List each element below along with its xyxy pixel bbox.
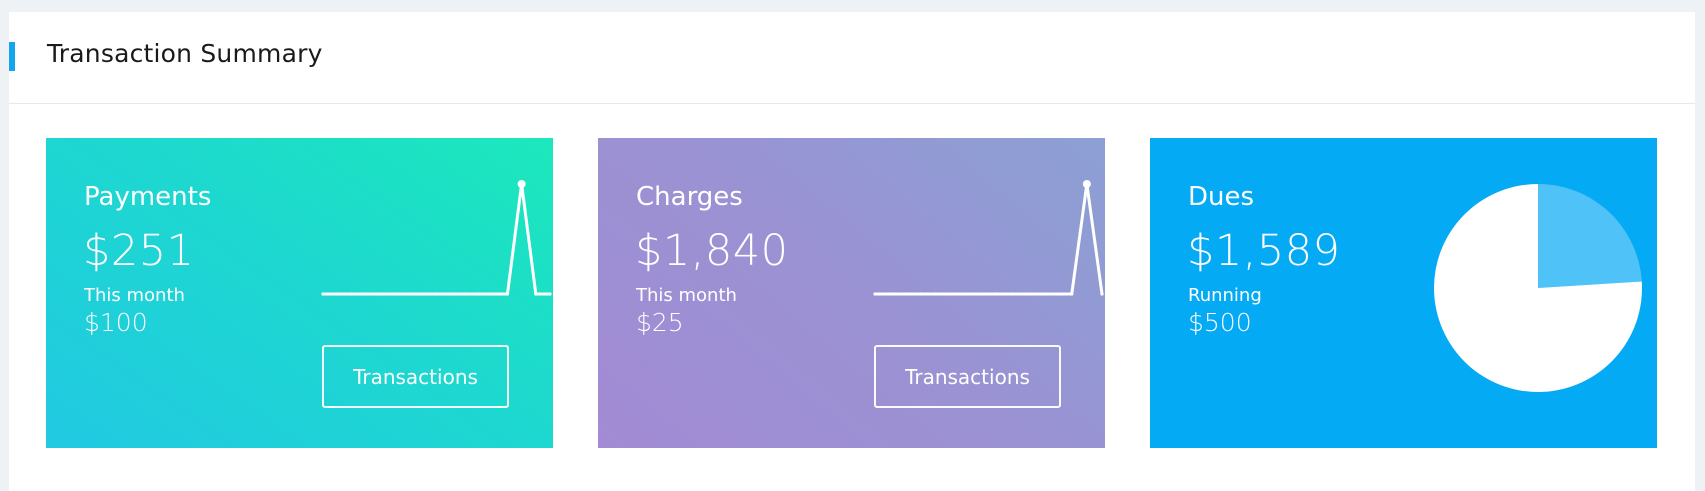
header-accent-bar (9, 42, 15, 71)
charges-card: Charges $1,840 This month $25 Transactio… (598, 138, 1105, 448)
sparkline-point (363, 292, 368, 296)
sparkline-point (434, 292, 439, 296)
sparkline-point (1009, 292, 1013, 296)
sparkline-point (1024, 292, 1028, 296)
sparkline-point (1100, 292, 1104, 296)
payments-sparkline (321, 180, 552, 296)
sparkline-point (335, 292, 339, 296)
sparkline-point (888, 292, 892, 296)
sparkline-point (873, 292, 877, 296)
card-sub-label: This month (636, 285, 737, 306)
sparkline-point (477, 292, 481, 296)
sparkline-point (1055, 292, 1059, 296)
sparkline-point (463, 292, 467, 296)
panel-header: Transaction Summary (9, 12, 1695, 104)
payments-card: Payments $251 This month $100 Transactio… (46, 138, 553, 448)
sparkline-point (1039, 292, 1044, 296)
card-sub-value: $100 (84, 308, 148, 337)
card-sub-value: $500 (1188, 308, 1252, 337)
sparkline-point (491, 292, 495, 296)
charges-transactions-button[interactable]: Transactions (874, 345, 1061, 408)
card-sub-value: $25 (636, 308, 684, 337)
card-sub-label: This month (84, 285, 185, 306)
sparkline-point (994, 292, 998, 296)
card-amount: $251 (83, 226, 195, 276)
sparkline-point (918, 292, 922, 296)
card-title: Charges (636, 182, 743, 212)
sparkline-point (517, 180, 526, 188)
sparkline-point (321, 292, 325, 296)
sparkline-point (903, 292, 907, 296)
sparkline-point (349, 292, 353, 296)
payments-transactions-button[interactable]: Transactions (322, 345, 509, 408)
charges-sparkline (873, 180, 1104, 296)
card-title: Dues (1188, 182, 1255, 212)
card-title: Payments (84, 182, 212, 212)
dues-card: Dues $1,589 Running $500 (1150, 138, 1657, 448)
dues-pie-chart (1434, 184, 1642, 392)
sparkline-series (323, 182, 550, 296)
sparkline-point (1070, 292, 1074, 296)
sparkline-point (548, 292, 552, 296)
sparkline-point (979, 292, 983, 296)
sparkline-series (875, 182, 1104, 296)
sparkline-point (406, 292, 410, 296)
sparkline-point (392, 292, 396, 296)
sparkline-point (949, 292, 953, 296)
sparkline-point (505, 292, 510, 296)
card-amount: $1,589 (1187, 226, 1341, 276)
sparkline-point (378, 292, 382, 296)
card-amount: $1,840 (635, 226, 789, 276)
card-sub-label: Running (1188, 285, 1262, 306)
sparkline-point (1082, 180, 1091, 188)
sparkline-point (420, 292, 424, 296)
sparkline-point (534, 292, 538, 296)
panel-title: Transaction Summary (47, 39, 323, 68)
pie-slice (1538, 184, 1642, 288)
sparkline-point (964, 292, 968, 296)
sparkline-point (933, 292, 938, 296)
sparkline-point (449, 292, 453, 296)
